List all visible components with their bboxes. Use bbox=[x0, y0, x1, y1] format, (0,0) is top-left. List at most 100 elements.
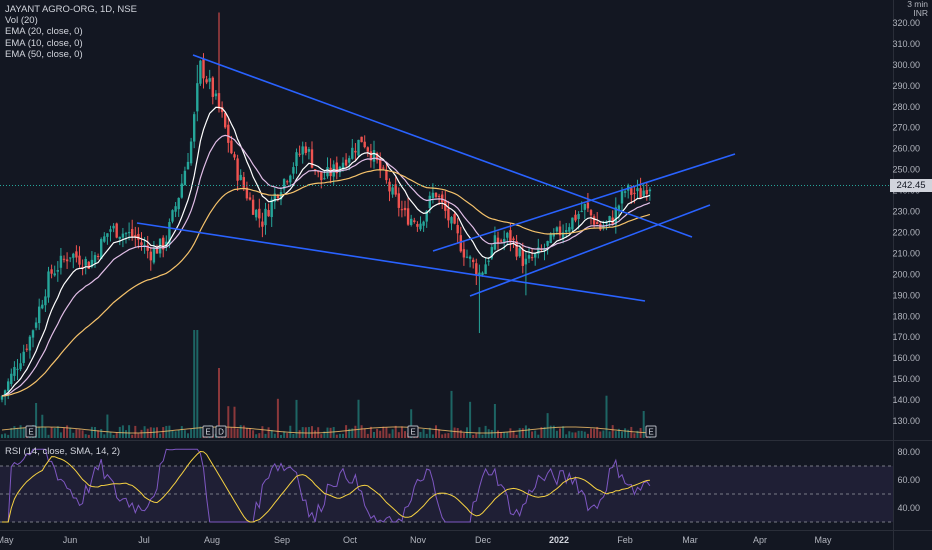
volume-bar bbox=[106, 414, 109, 438]
candle-body bbox=[592, 216, 596, 225]
volume-bar bbox=[112, 434, 115, 438]
volume-bar bbox=[583, 431, 586, 438]
rsi-pane bbox=[0, 448, 893, 523]
ema10-legend[interactable]: EMA (10, close, 0) bbox=[5, 38, 137, 49]
candle bbox=[279, 186, 283, 206]
volume-bar bbox=[121, 425, 124, 438]
candle bbox=[62, 255, 66, 263]
candle bbox=[394, 176, 397, 197]
candle-body bbox=[140, 242, 143, 245]
volume-bar bbox=[255, 434, 258, 438]
candle-body bbox=[623, 191, 627, 193]
volume-bar bbox=[376, 428, 379, 438]
price-tick-label: 160.00 bbox=[892, 353, 920, 363]
candle-body bbox=[323, 178, 326, 180]
time-tick-label: Aug bbox=[204, 535, 220, 545]
candle bbox=[326, 157, 329, 179]
candle bbox=[208, 69, 211, 90]
candle-body bbox=[230, 140, 233, 154]
trendline bbox=[136, 222, 646, 302]
volume-bar bbox=[497, 430, 499, 438]
candle-body bbox=[506, 232, 509, 238]
volume-bar bbox=[72, 432, 75, 438]
volume-bar bbox=[391, 429, 394, 438]
candle bbox=[611, 210, 614, 226]
candle bbox=[422, 220, 425, 232]
volume-bar bbox=[565, 434, 568, 438]
candle bbox=[10, 368, 13, 387]
volume-bar bbox=[97, 430, 100, 438]
candle bbox=[96, 253, 100, 260]
candle-body bbox=[171, 210, 174, 222]
volume-bar bbox=[273, 433, 276, 438]
candle-body bbox=[93, 255, 97, 263]
candle-body bbox=[484, 264, 487, 275]
candle-body bbox=[72, 253, 75, 258]
volume-bar bbox=[419, 432, 422, 438]
candles bbox=[0, 12, 652, 406]
candle-body bbox=[620, 191, 624, 204]
ema20-legend[interactable]: EMA (20, close, 0) bbox=[5, 26, 137, 37]
candle bbox=[295, 148, 298, 174]
event-marker-label: E bbox=[205, 428, 210, 437]
candle-body bbox=[199, 60, 202, 84]
volume-bar bbox=[400, 426, 403, 438]
candle-body bbox=[137, 233, 140, 240]
candle bbox=[183, 166, 187, 186]
volume-bar bbox=[7, 434, 10, 438]
candle bbox=[28, 335, 32, 359]
candle bbox=[3, 389, 7, 406]
candle bbox=[636, 179, 639, 200]
candle-body bbox=[437, 195, 441, 197]
price-tick-label: 220.00 bbox=[892, 227, 920, 237]
candle bbox=[273, 186, 276, 210]
candle bbox=[282, 178, 286, 194]
volume-bar bbox=[481, 434, 484, 438]
candle bbox=[103, 232, 106, 243]
event-marker: E bbox=[407, 425, 419, 438]
candle-body bbox=[196, 83, 199, 112]
candle-body bbox=[261, 221, 264, 227]
candle bbox=[211, 76, 214, 105]
price-chart[interactable]: 320.00 310.00 300.00 290.00 280.00 270.00 260.… bbox=[0, 0, 932, 550]
volume-bar bbox=[472, 434, 475, 438]
volume-bar bbox=[280, 434, 282, 438]
candle-body bbox=[50, 269, 53, 274]
candle-body bbox=[59, 255, 63, 268]
candle bbox=[93, 252, 97, 268]
candle-body bbox=[131, 229, 134, 237]
candle bbox=[583, 203, 586, 220]
candle bbox=[571, 217, 574, 232]
event-marker-label: D bbox=[218, 428, 224, 437]
volume-bar bbox=[562, 426, 565, 438]
rsi-legend[interactable]: RSI (14, close, SMA, 14, 2) bbox=[5, 446, 120, 457]
volume-bar bbox=[404, 431, 406, 438]
volume-bar bbox=[171, 430, 174, 438]
candle-body bbox=[642, 190, 645, 196]
candle bbox=[490, 244, 493, 260]
candle bbox=[205, 75, 208, 85]
event-marker-label: E bbox=[648, 428, 653, 437]
last-price-tag: 242.45 bbox=[890, 179, 932, 192]
ema20-line bbox=[1, 134, 651, 397]
candle-body bbox=[295, 152, 298, 166]
candle-body bbox=[69, 257, 72, 259]
ema50-legend[interactable]: EMA (50, close, 0) bbox=[5, 49, 137, 60]
symbol-title[interactable]: JAYANT AGRO-ORG, 1D, NSE bbox=[5, 4, 137, 15]
volume-bar bbox=[490, 430, 493, 438]
candle-body bbox=[174, 206, 177, 212]
candle-body bbox=[87, 261, 90, 269]
candle-body bbox=[589, 210, 593, 216]
chart-window[interactable]: 320.00 310.00 300.00 290.00 280.00 270.00 260.… bbox=[0, 0, 932, 550]
volume-ma-line bbox=[1, 426, 650, 434]
candle-body bbox=[255, 209, 258, 218]
candle bbox=[245, 181, 249, 201]
candle-body bbox=[186, 161, 190, 170]
candle bbox=[193, 111, 196, 149]
candle-body bbox=[248, 197, 252, 200]
candle bbox=[391, 184, 394, 198]
candle bbox=[335, 156, 338, 180]
candle bbox=[639, 177, 642, 199]
volume-legend[interactable]: Vol (20) bbox=[5, 15, 137, 26]
volume-bar bbox=[311, 426, 313, 438]
